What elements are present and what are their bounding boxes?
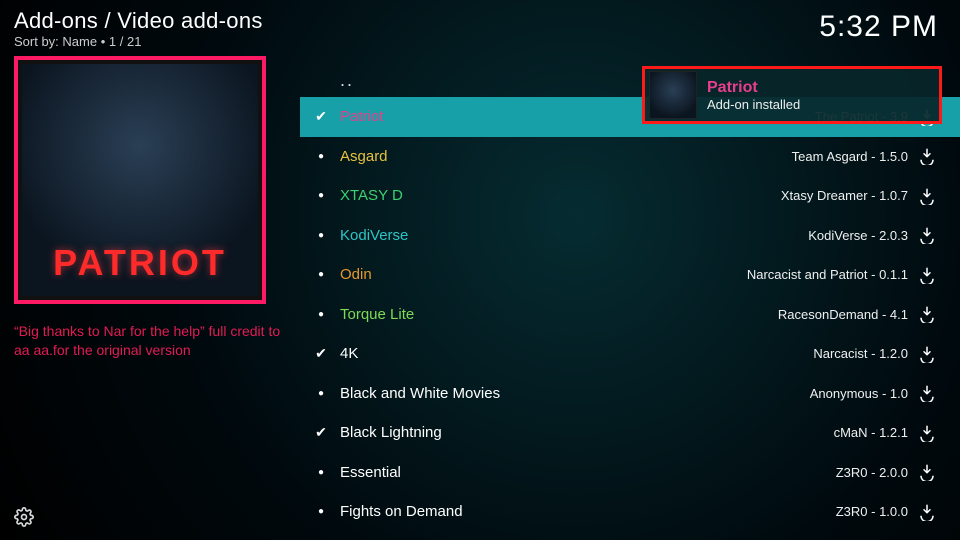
download-icon — [918, 424, 936, 442]
addon-meta: Anonymous - 1.0 — [810, 386, 908, 401]
list-item[interactable]: ● KodiVerse KodiVerse - 2.0.3 — [300, 216, 960, 256]
bullet-icon: ● — [310, 151, 332, 162]
addon-name: XTASY D — [340, 187, 403, 204]
download-icon — [918, 226, 936, 244]
sort-value[interactable]: Name — [62, 34, 97, 49]
notification-subtitle: Add-on installed — [707, 97, 800, 112]
addon-description: “Big thanks to Nar for the help” full cr… — [14, 322, 284, 360]
addon-name: Fights on Demand — [340, 503, 463, 520]
list-item[interactable]: ✔ 4K Narcacist - 1.2.0 — [300, 334, 960, 374]
addon-meta: Narcacist and Patriot - 0.1.1 — [747, 267, 908, 282]
list-item[interactable]: ● Fights on Demand Z3R0 - 1.0.0 — [300, 492, 960, 532]
addon-name: KodiVerse — [340, 227, 408, 244]
notification-title: Patriot — [707, 79, 800, 97]
list-item[interactable]: ● Essential Z3R0 - 2.0.0 — [300, 453, 960, 493]
addon-meta: Z3R0 - 2.0.0 — [836, 465, 908, 480]
bullet-icon: ● — [310, 467, 332, 478]
breadcrumb: Add-ons / Video add-ons — [14, 8, 263, 34]
sort-label: Sort by: — [14, 34, 59, 49]
addon-poster: PATRIOT — [14, 56, 266, 304]
download-icon — [918, 187, 936, 205]
addon-meta: KodiVerse - 2.0.3 — [808, 228, 908, 243]
list-item[interactable]: ● Asgard Team Asgard - 1.5.0 — [300, 137, 960, 177]
sort-info: Sort by: Name • 1 / 21 — [14, 34, 263, 49]
clock: 5:32 PM — [819, 10, 938, 44]
download-icon — [918, 147, 936, 165]
notification-thumbnail — [649, 71, 697, 119]
bullet-icon: ● — [310, 190, 332, 201]
list-position: 1 / 21 — [109, 34, 142, 49]
download-icon — [918, 503, 936, 521]
bullet-icon: ● — [310, 309, 332, 320]
header: Add-ons / Video add-ons Sort by: Name • … — [14, 8, 263, 49]
addon-meta: Narcacist - 1.2.0 — [813, 346, 908, 361]
sort-separator: • — [101, 34, 109, 49]
list-item[interactable]: ● XTASY D Xtasy Dreamer - 1.0.7 — [300, 176, 960, 216]
check-icon: ✔ — [310, 424, 332, 441]
check-icon: ✔ — [310, 345, 332, 362]
addon-name: Black and White Movies — [340, 385, 500, 402]
download-icon — [918, 305, 936, 323]
addon-meta: cMaN - 1.2.1 — [834, 425, 908, 440]
sidebar: PATRIOT “Big thanks to Nar for the help”… — [14, 56, 286, 360]
list-item[interactable]: ● Black and White Movies Anonymous - 1.0 — [300, 374, 960, 414]
addon-meta: RacesonDemand - 4.1 — [778, 307, 908, 322]
download-icon — [918, 384, 936, 402]
download-icon — [918, 463, 936, 481]
bullet-icon: ● — [310, 388, 332, 399]
addon-meta: Xtasy Dreamer - 1.0.7 — [781, 188, 908, 203]
download-icon — [918, 266, 936, 284]
poster-title: PATRIOT — [53, 242, 227, 284]
addon-name: Essential — [340, 464, 401, 481]
bullet-icon: ● — [310, 506, 332, 517]
settings-icon[interactable] — [14, 507, 34, 532]
addon-name: Asgard — [340, 148, 388, 165]
addon-name: Patriot — [340, 108, 383, 125]
check-icon: ✔ — [310, 108, 332, 125]
bullet-icon: ● — [310, 269, 332, 280]
download-icon — [918, 345, 936, 363]
notification-toast: Patriot Add-on installed — [642, 66, 942, 124]
addon-name: Odin — [340, 266, 372, 283]
list-item[interactable]: ● Odin Narcacist and Patriot - 0.1.1 — [300, 255, 960, 295]
list-item[interactable]: ✔ Black Lightning cMaN - 1.2.1 — [300, 413, 960, 453]
addons-list[interactable]: .. ✔PatriotThe Patriot - 3.9●AsgardTeam … — [300, 70, 960, 532]
addon-name: Black Lightning — [340, 424, 442, 441]
addon-meta: Team Asgard - 1.5.0 — [792, 149, 908, 164]
addon-name: Torque Lite — [340, 306, 414, 323]
addon-name: 4K — [340, 345, 358, 362]
list-item[interactable]: ● Torque Lite RacesonDemand - 4.1 — [300, 295, 960, 335]
addon-meta: Z3R0 - 1.0.0 — [836, 504, 908, 519]
bullet-icon: ● — [310, 230, 332, 241]
